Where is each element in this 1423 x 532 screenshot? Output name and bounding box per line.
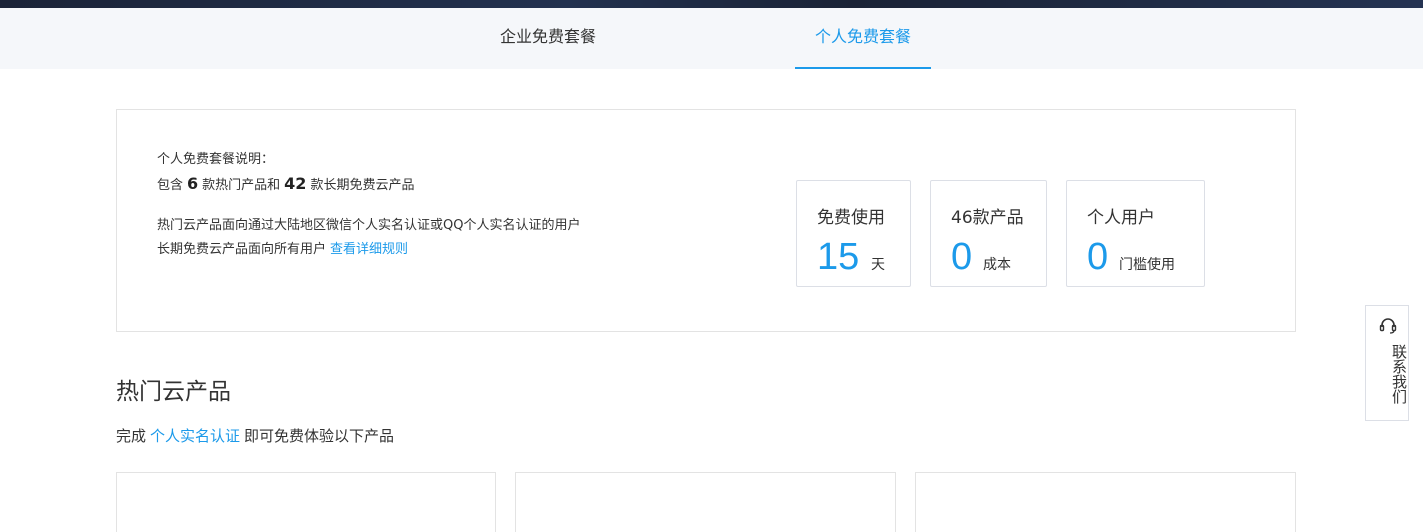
sub-prefix: 完成 [116, 427, 147, 445]
tab-enterprise-free[interactable]: 企业免费套餐 [470, 8, 626, 69]
stat-unit: 天 [871, 257, 885, 273]
stat-unit: 门槛使用 [1119, 257, 1175, 273]
stat-unit: 成本 [983, 257, 1011, 273]
contact-us-button[interactable]: 联系我们 [1365, 305, 1409, 421]
long-count: 42 [284, 174, 307, 193]
stat-title: 46款产品 [951, 208, 1024, 228]
include-mid: 款热门产品和 [202, 178, 281, 193]
include-suffix: 款长期免费云产品 [310, 178, 415, 193]
long-products-desc: 长期免费云产品面向所有用户 查看详细规则 [157, 238, 607, 262]
product-card[interactable] [515, 472, 896, 532]
long-desc-text: 长期免费云产品面向所有用户 [157, 242, 327, 257]
description-title: 个人免费套餐说明： [157, 152, 275, 167]
hot-count: 6 [187, 174, 199, 193]
stat-value: 15 [817, 236, 860, 278]
headset-icon [1378, 316, 1398, 336]
stat-free-days: 免费使用 15 天 [796, 180, 911, 287]
section-title: 热门云产品 [116, 379, 231, 405]
top-banner [0, 0, 1423, 8]
stat-value: 0 [951, 236, 973, 278]
rules-link[interactable]: 查看详细规则 [330, 242, 408, 257]
plan-description: 个人免费套餐说明： 包含 6 款热门产品和 42 款长期免费云产品 热门云产品面向通过大… [157, 148, 607, 262]
stat-product-cost: 46款产品 0 成本 [930, 180, 1047, 287]
plan-info-card: 个人免费套餐说明： 包含 6 款热门产品和 42 款长期免费云产品 热门云产品面向通过大… [116, 109, 1296, 332]
include-summary: 包含 6 款热门产品和 42 款长期免费云产品 [157, 172, 607, 198]
hot-products-desc: 热门云产品面向通过大陆地区微信个人实名认证或QQ个人实名认证的用户 [157, 218, 581, 233]
section-subtitle: 完成 个人实名认证 即可免费体验以下产品 [116, 425, 394, 446]
include-prefix: 包含 [157, 178, 184, 193]
plan-tabbar: 企业免费套餐 个人免费套餐 [0, 8, 1423, 69]
contact-us-label: 联系我们 [1390, 344, 1408, 404]
real-name-auth-link[interactable]: 个人实名认证 [150, 427, 240, 445]
stat-value: 0 [1087, 236, 1109, 278]
product-card[interactable] [915, 472, 1296, 532]
stat-personal-users: 个人用户 0 门槛使用 [1066, 180, 1205, 287]
tab-personal-free[interactable]: 个人免费套餐 [795, 8, 931, 69]
stat-title: 免费使用 [817, 208, 885, 228]
stat-title: 个人用户 [1087, 208, 1155, 228]
product-card[interactable] [116, 472, 496, 532]
sub-suffix: 即可免费体验以下产品 [244, 427, 395, 445]
